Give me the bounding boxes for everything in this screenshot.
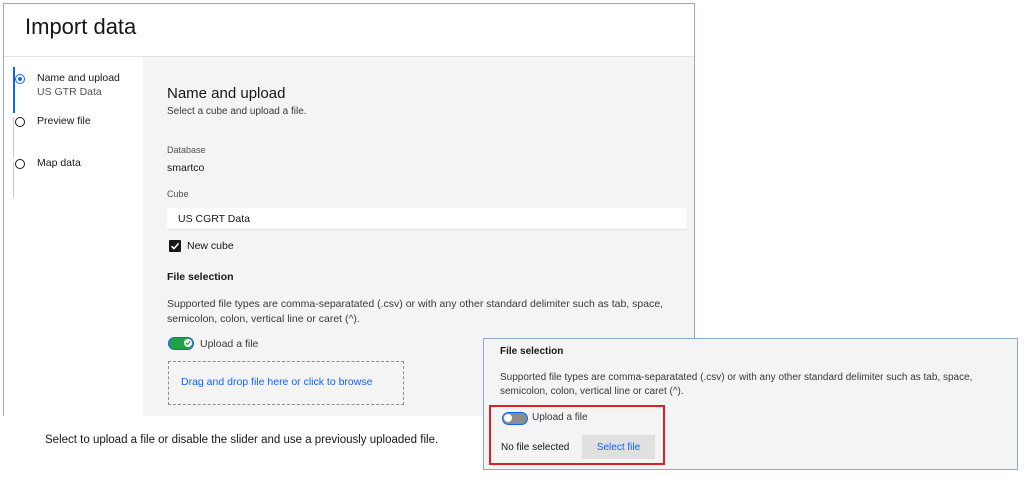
step-active-bar [13,67,15,113]
step-label: Preview file [37,115,91,127]
caption: Select to upload a file or disable the s… [45,434,439,446]
dropzone-link[interactable]: Drag and drop file here or click to brow… [181,376,372,388]
step-label: Name and upload [37,72,120,84]
cube-input[interactable] [167,208,686,230]
section-title: Name and upload [167,85,286,102]
file-types-description: Supported file types are comma-separatat… [167,298,664,325]
upload-file-toggle[interactable] [168,337,194,350]
dialog-title: Import data [25,14,137,39]
checkmark-icon [170,242,180,250]
new-cube-label: New cube [187,240,234,252]
upload-file-label: Upload a file [200,338,259,350]
inset-heading: File selection [500,346,564,357]
dialog-header: Import data [4,4,694,57]
step-label: Map data [37,157,81,169]
upload-file-toggle-off[interactable] [502,412,528,425]
toggle-knob [504,414,512,422]
incomplete-step-icon [15,159,25,169]
inset-upload-label: Upload a file [532,412,588,423]
database-label: Database [167,145,206,155]
step-connector [13,117,14,157]
file-selection-heading: File selection [167,271,234,283]
file-dropzone[interactable]: Drag and drop file here or click to brow… [168,361,404,405]
progress-steps: Name and upload US GTR Data Preview file… [4,57,143,416]
incomplete-step-icon [15,117,25,127]
current-step-icon [15,74,25,84]
new-cube-checkbox[interactable] [169,240,181,252]
step-sublabel: US GTR Data [37,86,102,98]
toggle-knob [184,339,192,347]
section-subtitle: Select a cube and upload a file. [167,106,307,117]
inset-file-selection: File selection Supported file types are … [483,338,1018,470]
database-value: smartco [167,162,205,174]
inset-description: Supported file types are comma-separatat… [500,372,973,397]
no-file-selected-text: No file selected [501,442,570,453]
step-connector [13,161,14,197]
select-file-button[interactable]: Select file [582,435,655,459]
cube-label: Cube [167,189,189,199]
checkmark-icon [185,340,191,346]
